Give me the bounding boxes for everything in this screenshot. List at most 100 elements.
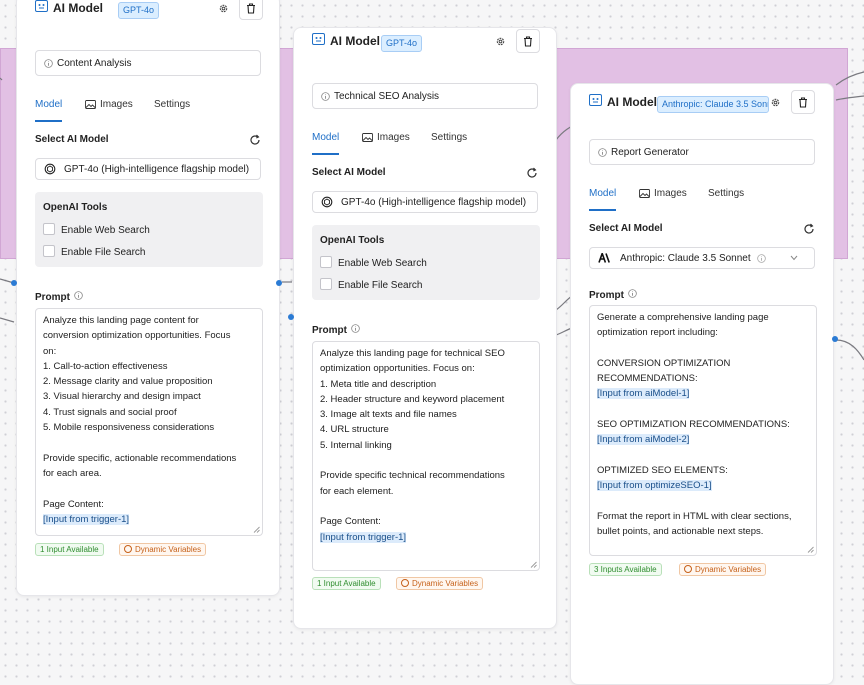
tab-images[interactable]: Images (639, 187, 687, 209)
prompt-line: 3. Image alt texts and file names (320, 409, 457, 421)
node-name-input[interactable]: Technical SEO Analysis (312, 83, 538, 109)
info-icon (598, 147, 607, 157)
prompt-line (320, 453, 532, 468)
select-model-label: Select AI Model (589, 223, 663, 234)
tab-model[interactable]: Model (35, 98, 63, 122)
tab-settings[interactable]: Settings (708, 187, 744, 209)
anthropic-logo-icon (598, 253, 610, 263)
prompt-line: Provide specific, actionable recommendat… (43, 452, 237, 464)
model-badge: GPT-4o (118, 2, 160, 19)
checkbox-box (43, 223, 55, 235)
chevron-down-icon (790, 255, 798, 261)
trash-icon (799, 96, 807, 108)
node-title: AI Model (53, 1, 103, 15)
tab-model[interactable]: Model (312, 131, 340, 155)
file-search-checkbox[interactable]: Enable File Search (320, 278, 423, 291)
tab-images-label: Images (654, 188, 687, 199)
model-select-value: GPT-4o (High-intelligence flagship model… (64, 163, 250, 175)
prompt-line: 5. Mobile responsiveness considerations (43, 422, 215, 434)
prompt-line: optimization report including: (597, 327, 718, 339)
prompt-textarea[interactable]: Analyze this landing page content for co… (35, 308, 263, 536)
input-variable-tag: [Input from aiModel-1] (597, 388, 690, 400)
node-name-input[interactable]: Content Analysis (35, 50, 261, 76)
refresh-icon[interactable] (803, 223, 815, 235)
prompt-line: 2. Message clarity and value proposition (43, 376, 213, 388)
dynamic-variables-badge[interactable]: Dynamic Variables (119, 543, 207, 556)
delete-button[interactable] (516, 29, 540, 53)
tab-images[interactable]: Images (362, 131, 410, 153)
prompt-line: Generate a comprehensive landing page (597, 312, 769, 323)
prompt-line: OPTIMIZED SEO ELEMENTS: (597, 464, 728, 476)
dynamic-variables-label: Dynamic Variables (412, 579, 479, 588)
prompt-label: Prompt (312, 324, 360, 336)
prompt-line: 4. Trust signals and social proof (43, 406, 177, 418)
web-search-checkbox[interactable]: Enable Web Search (43, 223, 150, 236)
tab-images[interactable]: Images (85, 98, 133, 120)
image-icon (85, 100, 96, 109)
tab-settings[interactable]: Settings (154, 98, 190, 120)
refresh-icon[interactable] (526, 167, 538, 179)
refresh-icon[interactable] (249, 134, 261, 146)
dynamic-variables-badge[interactable]: Dynamic Variables (679, 563, 767, 576)
input-variable-tag: [Input from trigger-1] (43, 513, 130, 525)
prompt-textarea[interactable]: Generate a comprehensive landing page op… (589, 305, 817, 556)
prompt-line: optimization opportunities. Focus on: (320, 363, 475, 375)
file-search-checkbox[interactable]: Enable File Search (43, 245, 146, 258)
prompt-label-text: Prompt (589, 290, 624, 301)
input-handle[interactable] (288, 314, 294, 320)
trash-icon (247, 2, 255, 14)
openai-tools-title: OpenAI Tools (320, 235, 385, 246)
openai-logo-icon (44, 163, 56, 175)
prompt-label: Prompt (35, 291, 83, 303)
gear-icon (219, 4, 227, 12)
web-search-label: Enable Web Search (338, 258, 427, 269)
web-search-checkbox[interactable]: Enable Web Search (320, 256, 427, 269)
ai-model-node-technical-seo[interactable]: AI Model GPT-4o Technical SEO Analysis M… (293, 27, 557, 629)
model-badge: Anthropic: Claude 3.5 Sonnet (657, 96, 769, 113)
prompt-line: 4. URL structure (320, 424, 389, 436)
dynamic-variables-badge[interactable]: Dynamic Variables (396, 577, 484, 590)
output-handle[interactable] (832, 336, 838, 342)
inputs-available-badge: 1 Input Available (35, 543, 104, 556)
delete-button[interactable] (791, 90, 815, 114)
resize-handle-icon[interactable] (253, 526, 260, 533)
settings-button[interactable] (767, 94, 783, 110)
prompt-line: RECOMMENDATIONS: (597, 373, 698, 385)
prompt-label-text: Prompt (35, 292, 70, 303)
file-search-label: Enable File Search (61, 247, 146, 258)
tab-model[interactable]: Model (589, 187, 617, 211)
output-handle[interactable] (276, 280, 282, 286)
input-handle[interactable] (11, 280, 17, 286)
openai-tools-panel: OpenAI Tools Enable Web Search Enable Fi… (312, 225, 540, 300)
ai-model-node-report-generator[interactable]: AI Model Anthropic: Claude 3.5 Sonnet Re… (570, 83, 834, 685)
info-icon (321, 91, 330, 101)
info-icon (628, 289, 637, 298)
settings-button[interactable] (215, 0, 231, 16)
resize-handle-icon[interactable] (807, 546, 814, 553)
ai-model-node-content-analysis[interactable]: AI Model GPT-4o Content Analysis Model I… (16, 0, 280, 596)
resize-handle-icon[interactable] (530, 561, 537, 568)
model-select[interactable]: Anthropic: Claude 3.5 Sonnet (589, 247, 815, 269)
inputs-available-badge: 1 Input Available (312, 577, 381, 590)
prompt-label: Prompt (589, 289, 637, 301)
node-name-input[interactable]: Report Generator (589, 139, 815, 165)
model-select[interactable]: GPT-4o (High-intelligence flagship model… (35, 158, 261, 180)
prompt-line: SEO OPTIMIZATION RECOMMENDATIONS: (597, 419, 790, 431)
tab-settings[interactable]: Settings (431, 131, 467, 153)
prompt-textarea[interactable]: Analyze this landing page for technical … (312, 341, 540, 571)
prompt-line: Page Content: (43, 498, 104, 510)
model-select[interactable]: GPT-4o (High-intelligence flagship model… (312, 191, 538, 213)
prompt-line (597, 341, 809, 356)
robot-icon (35, 0, 48, 12)
robot-icon (312, 33, 325, 45)
dynamic-variables-label: Dynamic Variables (695, 565, 762, 574)
select-model-label: Select AI Model (312, 167, 386, 178)
prompt-line: bullet points, and actionable next steps… (597, 526, 764, 538)
prompt-line: for each area. (43, 467, 102, 479)
checkbox-box (320, 278, 332, 290)
model-select-value: Anthropic: Claude 3.5 Sonnet (620, 252, 751, 264)
delete-button[interactable] (239, 0, 263, 20)
prompt-line: Page Content: (320, 516, 381, 528)
file-search-label: Enable File Search (338, 280, 423, 291)
settings-button[interactable] (492, 33, 508, 49)
